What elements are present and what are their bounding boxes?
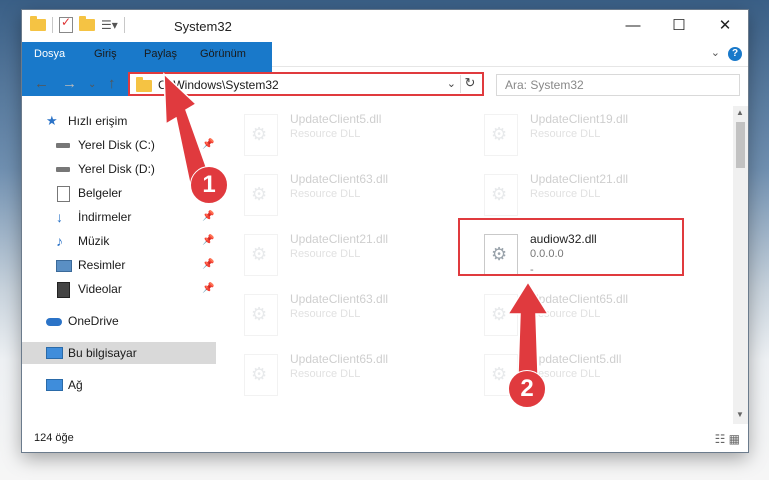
step-badge-2: 2 — [508, 370, 546, 408]
step-badge-1: 1 — [190, 166, 228, 204]
annotation-arrows — [163, 72, 550, 375]
arrow-2 — [506, 280, 550, 375]
